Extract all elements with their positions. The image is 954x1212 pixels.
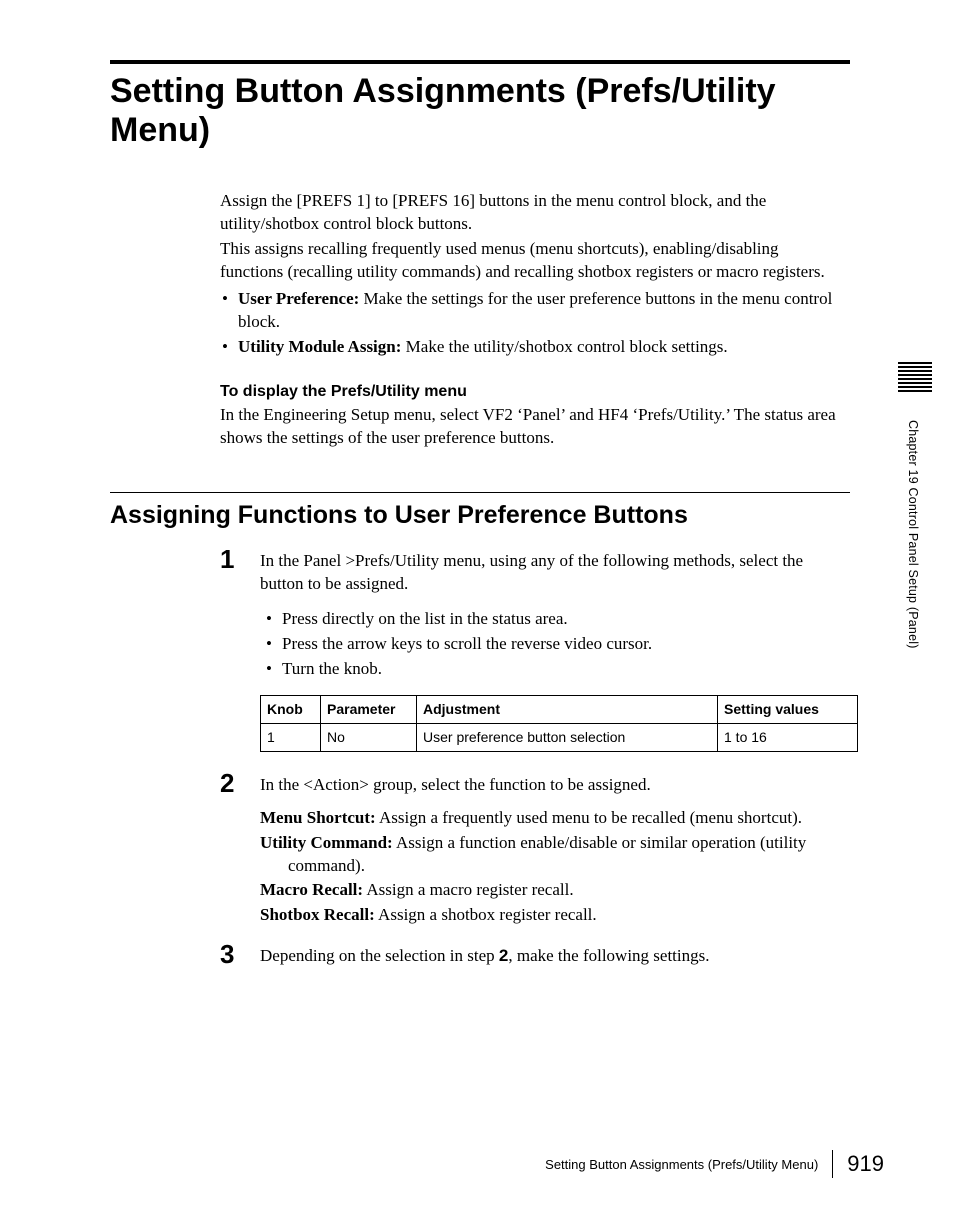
step-2-number: 2: [220, 768, 234, 799]
td-setting-values: 1 to 16: [718, 723, 858, 751]
section-title: Assigning Functions to User Preference B…: [110, 501, 850, 530]
step-1-bullet-1: Press directly on the list in the status…: [264, 608, 850, 631]
step-3-number: 3: [220, 939, 234, 970]
step-1-number: 1: [220, 544, 234, 575]
intro-p2: This assigns recalling frequently used m…: [220, 238, 840, 284]
chapter-side-label: Chapter 19 Control Panel Setup (Panel): [906, 420, 920, 649]
intro-p1: Assign the [PREFS 1] to [PREFS 16] butto…: [220, 190, 840, 236]
def-menu-shortcut: Menu Shortcut: Assign a frequently used …: [260, 807, 850, 830]
th-setting-values: Setting values: [718, 695, 858, 723]
step-1: 1 In the Panel >Prefs/Utility menu, usin…: [220, 550, 850, 751]
step-3: 3 Depending on the selection in step 2, …: [220, 945, 850, 968]
step-3-ref: 2: [499, 946, 508, 965]
intro-p3: In the Engineering Setup menu, select VF…: [220, 404, 840, 450]
step-1-bullets: Press directly on the list in the status…: [264, 608, 850, 681]
step-3-text: Depending on the selection in step 2, ma…: [260, 945, 850, 968]
def-utility-command-label: Utility Command:: [260, 833, 393, 852]
td-parameter: No: [321, 723, 417, 751]
thumb-index-mark: [898, 362, 932, 392]
page-number: 919: [847, 1151, 884, 1177]
table-row: 1 No User preference button selection 1 …: [261, 723, 858, 751]
footer-separator: [832, 1150, 833, 1178]
def-shotbox-recall: Shotbox Recall: Assign a shotbox registe…: [260, 904, 850, 927]
step-2-defs: Menu Shortcut: Assign a frequently used …: [260, 807, 850, 928]
step-2: 2 In the <Action> group, select the func…: [220, 774, 850, 928]
def-shotbox-recall-text: Assign a shotbox register recall.: [375, 905, 597, 924]
table-header-row: Knob Parameter Adjustment Setting values: [261, 695, 858, 723]
th-parameter: Parameter: [321, 695, 417, 723]
step-3-text-before: Depending on the selection in step: [260, 946, 499, 965]
th-adjustment: Adjustment: [417, 695, 718, 723]
def-macro-recall-text: Assign a macro register recall.: [363, 880, 574, 899]
intro-block: Assign the [PREFS 1] to [PREFS 16] butto…: [220, 190, 840, 450]
step-1-text: In the Panel >Prefs/Utility menu, using …: [260, 550, 850, 596]
intro-bullet-2-text: Make the utility/shotbox control block s…: [401, 337, 727, 356]
td-adjustment: User preference button selection: [417, 723, 718, 751]
footer-title: Setting Button Assignments (Prefs/Utilit…: [545, 1157, 818, 1172]
intro-bullets: User Preference: Make the settings for t…: [220, 288, 840, 359]
parameter-table: Knob Parameter Adjustment Setting values…: [260, 695, 858, 752]
page-title: Setting Button Assignments (Prefs/Utilit…: [110, 72, 850, 150]
def-macro-recall: Macro Recall: Assign a macro register re…: [260, 879, 850, 902]
intro-bullet-1-label: User Preference:: [238, 289, 359, 308]
intro-bullet-2-label: Utility Module Assign:: [238, 337, 401, 356]
def-utility-command: Utility Command: Assign a function enabl…: [260, 832, 850, 878]
def-macro-recall-label: Macro Recall:: [260, 880, 363, 899]
step-1-bullet-3: Turn the knob.: [264, 658, 850, 681]
section-rule: [110, 492, 850, 493]
def-menu-shortcut-label: Menu Shortcut:: [260, 808, 376, 827]
step-3-text-after: , make the following settings.: [508, 946, 709, 965]
step-2-text: In the <Action> group, select the functi…: [260, 774, 850, 797]
page-footer: Setting Button Assignments (Prefs/Utilit…: [545, 1150, 884, 1178]
intro-subhead: To display the Prefs/Utility menu: [220, 381, 840, 403]
def-menu-shortcut-text: Assign a frequently used menu to be reca…: [376, 808, 802, 827]
top-rule: [110, 60, 850, 64]
step-1-bullet-2: Press the arrow keys to scroll the rever…: [264, 633, 850, 656]
th-knob: Knob: [261, 695, 321, 723]
def-shotbox-recall-label: Shotbox Recall:: [260, 905, 375, 924]
intro-bullet-2: Utility Module Assign: Make the utility/…: [220, 336, 840, 359]
td-knob: 1: [261, 723, 321, 751]
intro-bullet-1: User Preference: Make the settings for t…: [220, 288, 840, 334]
